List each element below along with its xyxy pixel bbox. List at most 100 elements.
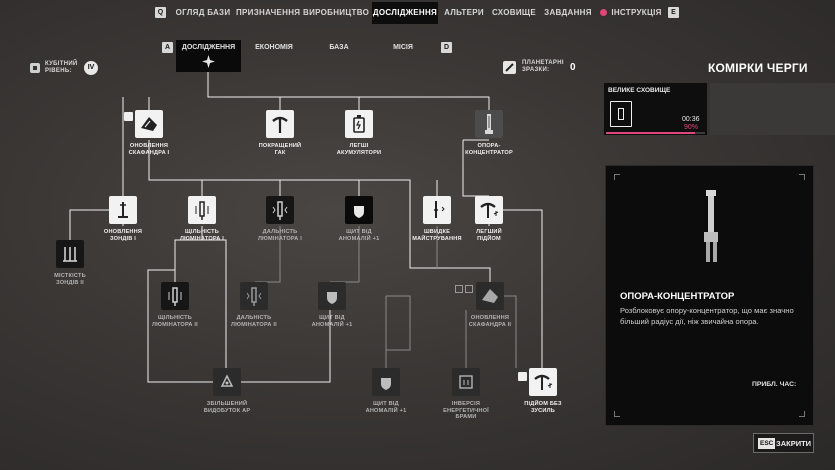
shield-icon — [381, 378, 391, 390]
label-anomaly-shield-3: ЩИТ ВІД АНОМАЛІЙ +1 — [365, 401, 407, 414]
sample-icon — [503, 61, 516, 74]
luminator-density-icon — [168, 287, 182, 306]
suit-icon — [141, 117, 157, 131]
queue-progress-fill — [606, 132, 696, 134]
node-luminator-range-1[interactable] — [266, 196, 294, 224]
planetary-samples-indicator: ПЛАНЕТАРНІ ЗРАЗКИ: 0 — [503, 60, 583, 76]
subtab-economy[interactable]: ЕКОНОМІЯ — [244, 40, 304, 56]
subtab-research[interactable]: ДОСЛІДЖЕННЯ — [176, 40, 241, 56]
samples-value: 0 — [570, 62, 576, 73]
label-increased-ap-yield: ЗБІЛЬШЕНИЙ ВИДОБУТОК AP — [203, 401, 251, 414]
tab-base-overview[interactable]: ОГЛЯД БАЗИ — [172, 2, 234, 24]
label-suit-upgrade-2: ОНОВЛЕННЯ СКАФАНДРА II — [468, 315, 512, 328]
cubic-level-label-2: РІВЕНЬ: — [45, 68, 72, 74]
node-suit-upgrade-2[interactable] — [476, 282, 504, 310]
node-lighter-batteries[interactable] — [345, 110, 373, 138]
storage-icon — [610, 101, 632, 127]
tab-alters[interactable]: АЛЬТЕРИ — [443, 2, 485, 24]
shield-icon — [354, 206, 364, 218]
top-navigation: Q ОГЛЯД БАЗИ ПРИЗНАЧЕННЯ ВИРОБНИЦТВО ДОС… — [0, 0, 835, 24]
node-increased-ap-yield[interactable] — [213, 368, 241, 396]
label-probe-upgrade-1: ОНОВЛЕННЯ ЗОНДІВ I — [103, 229, 143, 242]
queue-slot-2[interactable] — [710, 83, 835, 135]
label-luminator-density-2: ЩІЛЬНІСТЬ ЛЮМІНАТОРА II — [152, 315, 198, 328]
unlocked-marker-icon — [124, 112, 133, 121]
node-probe-upgrade-1[interactable] — [109, 196, 137, 224]
unlocked-marker-icon — [518, 372, 527, 381]
queue-progress-track — [606, 132, 705, 134]
pylon-preview-icon — [704, 190, 718, 262]
nav-prev-key[interactable]: Q — [155, 7, 166, 18]
locked-marker-icon — [455, 285, 463, 293]
label-concentrator-pylon: ОПОРА- КОНЦЕНТРАТОР — [465, 143, 513, 156]
label-luminator-density-1: ЩІЛЬНІСТЬ ЛЮМІНАТОРА I — [179, 229, 225, 242]
node-energy-gate-inversion[interactable] — [452, 368, 480, 396]
queue-title: КОМІРКИ ЧЕРГИ — [708, 61, 808, 75]
label-lighter-batteries: ЛЕГШІ АКУМУЛЯТОРИ — [336, 143, 382, 156]
queue-item-name: ВЕЛИКЕ СХОВИЩЕ — [608, 87, 671, 94]
node-improved-hook[interactable] — [266, 110, 294, 138]
node-luminator-range-2[interactable] — [240, 282, 268, 310]
node-anomaly-shield-1[interactable] — [345, 196, 373, 224]
yield-icon — [220, 374, 234, 387]
luminator-range-icon — [246, 287, 262, 306]
tab-tasks[interactable]: ЗАВДАННЯ — [543, 2, 593, 24]
cubic-level-indicator: КУБІТНИЙ РІВЕНЬ: IV — [30, 61, 110, 77]
detail-approx-time-label: ПРИБЛ. ЧАС: — [752, 381, 797, 388]
samples-label-1: ПЛАНЕТАРНІ — [522, 60, 564, 66]
subnav-next-key[interactable]: D — [441, 42, 452, 53]
battery-icon — [353, 115, 365, 133]
label-anomaly-shield-1: ЩИТ ВІД АНОМАЛІЙ +1 — [338, 229, 380, 242]
label-effortless-lift: ПІДЙОМ БЕЗ ЗУСИЛЬ — [524, 401, 562, 414]
subnav-prev-key[interactable]: A — [162, 42, 173, 53]
detail-title: ОПОРА-КОНЦЕНТРАТОР — [620, 291, 735, 302]
crafting-icon — [434, 201, 445, 218]
node-quick-crafting[interactable] — [423, 196, 451, 224]
tab-storage[interactable]: СХОВИЩЕ — [490, 2, 538, 24]
suit-icon — [482, 289, 498, 303]
node-probe-capacity-2[interactable] — [56, 240, 84, 268]
luminator-icon — [195, 201, 209, 220]
tab-production[interactable]: ВИРОБНИЦТВО — [303, 2, 369, 24]
locked-marker-icon — [465, 285, 473, 293]
label-luminator-range-2: ДАЛЬНІСТЬ ЛЮМІНАТОРА II — [231, 315, 277, 328]
node-anomaly-shield-3[interactable] — [372, 368, 400, 396]
label-easier-lift: ЛЕГШИЙ ПІДЙОМ — [476, 229, 502, 242]
tab-instructions[interactable]: ІНСТРУКЦІЯ — [598, 2, 664, 24]
label-anomaly-shield-2: ЩИТ ВІД АНОМАЛІЙ +1 — [311, 315, 353, 328]
gate-icon — [459, 375, 473, 389]
label-luminator-range-1: ДАЛЬНІСТЬ ЛЮМІНАТОРА I — [257, 229, 303, 242]
tab-instructions-label: ІНСТРУКЦІЯ — [611, 8, 662, 17]
node-easier-lift[interactable] — [475, 196, 503, 224]
queue-percent: 90% — [684, 124, 699, 131]
node-luminator-density-1[interactable] — [188, 196, 216, 224]
lift-pickaxe-icon — [480, 202, 499, 218]
pickaxe-icon — [272, 116, 288, 133]
queue-timer: 00:36 — [682, 116, 700, 123]
node-luminator-density-2[interactable] — [161, 282, 189, 310]
subtab-base[interactable]: БАЗА — [310, 40, 368, 56]
cube-icon — [30, 63, 40, 73]
node-anomaly-shield-2[interactable] — [318, 282, 346, 310]
node-effortless-lift[interactable] — [529, 368, 557, 396]
node-concentrator-pylon[interactable] — [475, 110, 503, 138]
label-probe-capacity-2: МІСТКІСТЬ ЗОНДІВ II — [54, 273, 86, 286]
cubic-level-label-1: КУБІТНИЙ — [45, 61, 78, 67]
nav-next-key[interactable]: E — [668, 7, 679, 18]
pylon-icon — [485, 114, 493, 134]
detail-description: Розблоковує опору-концентратор, що має з… — [620, 306, 794, 326]
tab-assignments[interactable]: ПРИЗНАЧЕННЯ — [236, 2, 300, 24]
lift-pickaxe-icon — [534, 374, 553, 390]
queue-slot-1[interactable]: ВЕЛИКЕ СХОВИЩЕ 00:36 90% — [604, 83, 707, 135]
tab-research[interactable]: ДОСЛІДЖЕННЯ — [372, 2, 438, 24]
node-suit-upgrade-1[interactable] — [135, 110, 163, 138]
shield-icon — [327, 292, 337, 304]
samples-label-2: ЗРАЗКИ: — [522, 67, 550, 73]
probe-icon — [118, 202, 128, 218]
research-sub-navigation: A ДОСЛІДЖЕННЯ ЕКОНОМІЯ БАЗА МІСІЯ D — [160, 40, 452, 72]
notification-dot-icon — [600, 9, 608, 16]
probes-icon — [63, 247, 77, 262]
close-button[interactable]: ESC ЗАКРИТИ — [753, 433, 814, 453]
subtab-mission[interactable]: МІСІЯ — [374, 40, 432, 56]
label-suit-upgrade-1: ОНОВЛЕННЯ СКАФАНДРА I — [128, 143, 170, 156]
